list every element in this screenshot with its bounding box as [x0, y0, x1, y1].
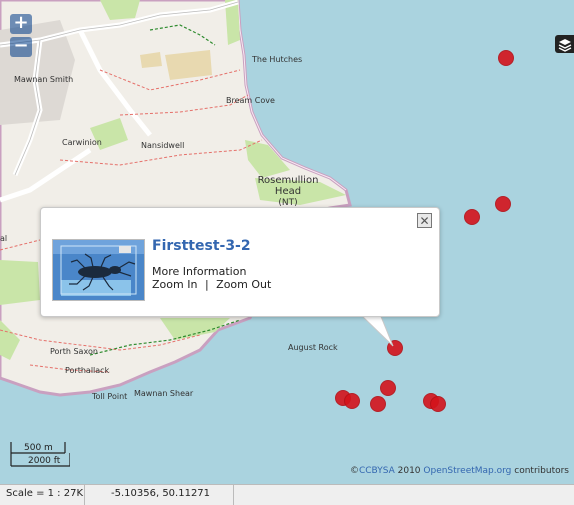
- place-label: Mawnan Shear: [134, 389, 194, 398]
- place-label: Porth Saxon: [50, 347, 98, 356]
- license-link[interactable]: CCBYSA: [359, 466, 395, 476]
- place-label: Carwinion: [62, 138, 102, 147]
- close-icon: ✕: [419, 214, 430, 228]
- coordinate-readout: -5.10356, 50.11271: [85, 485, 234, 505]
- observation-marker[interactable]: [344, 393, 360, 409]
- layers-icon: [558, 39, 572, 52]
- observation-popup: ✕ Firsttest-3-2 More Information Zoom In…: [40, 207, 440, 317]
- observation-marker[interactable]: [380, 380, 396, 396]
- observation-title-link[interactable]: Firsttest-3-2: [152, 238, 251, 254]
- observation-marker[interactable]: [498, 50, 514, 66]
- observation-thumbnail[interactable]: [52, 239, 145, 301]
- place-label-rosemullion: Rosemullion Head (NT): [257, 175, 319, 208]
- observation-marker[interactable]: [495, 196, 511, 212]
- place-label: Mawnan Smith: [14, 75, 74, 84]
- place-label: Toll Point: [92, 392, 128, 401]
- zoom-links: Zoom In | Zoom Out: [152, 278, 271, 291]
- close-button[interactable]: ✕: [417, 213, 432, 228]
- place-label: Nansidwell: [141, 141, 185, 150]
- observation-marker[interactable]: [370, 396, 386, 412]
- place-label: al: [0, 234, 8, 243]
- status-bar: Scale = 1 : 27K -5.10356, 50.11271: [0, 484, 574, 505]
- scale-imperial: 2000 ft: [28, 456, 61, 466]
- scale-metric: 500 m: [24, 443, 53, 453]
- popup-tail: [359, 314, 394, 347]
- place-label: August Rock: [288, 343, 338, 352]
- scale-readout: Scale = 1 : 27K: [0, 485, 85, 505]
- map-attribution: ©CCBYSA 2010 OpenStreetMap.org contribut…: [349, 466, 569, 476]
- place-label: Porthallack: [65, 366, 110, 375]
- popup-zoom-in-link[interactable]: Zoom In: [152, 278, 197, 291]
- link-separator: |: [204, 278, 209, 291]
- popup-zoom-out-link[interactable]: Zoom Out: [216, 278, 271, 291]
- place-label: Bream Cove: [226, 96, 275, 105]
- zoom-in-button[interactable]: +: [10, 14, 32, 34]
- observation-marker[interactable]: [464, 209, 480, 225]
- more-information-link[interactable]: More Information: [152, 265, 246, 278]
- insect-photo: [53, 240, 144, 300]
- zoom-out-button[interactable]: −: [10, 37, 32, 57]
- place-label: The Hutches: [252, 55, 303, 64]
- osm-link[interactable]: OpenStreetMap.org: [423, 466, 511, 476]
- observation-marker[interactable]: [430, 396, 446, 412]
- map-view[interactable]: Mawnan Smith The Hutches Bream Cove Carw…: [0, 0, 574, 484]
- layer-switcher-button[interactable]: [555, 35, 574, 53]
